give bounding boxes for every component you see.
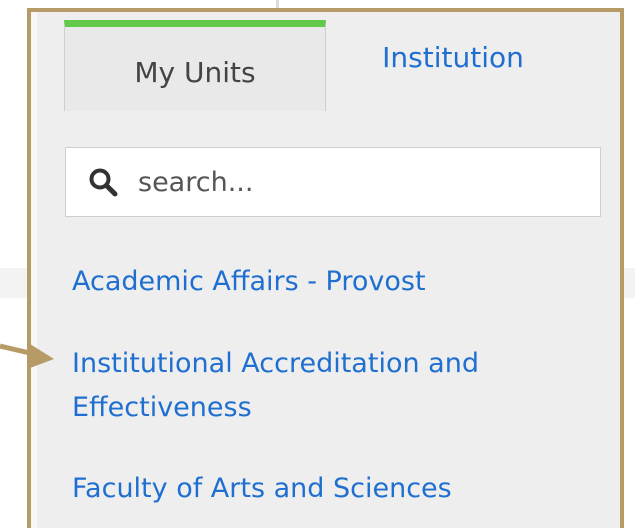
tab-my-units[interactable]: My Units <box>64 20 326 111</box>
search-input[interactable] <box>138 157 578 207</box>
tab-institution-label: Institution <box>382 40 524 74</box>
unit-selector-panel: My Units Institution Academic Affairs - … <box>27 8 624 528</box>
tab-institution[interactable]: Institution <box>333 26 573 88</box>
unit-link-academic-affairs[interactable]: Academic Affairs - Provost <box>72 260 602 304</box>
panel-inner-edge <box>31 12 37 528</box>
unit-link-faculty-arts-sciences[interactable]: Faculty of Arts and Sciences <box>72 467 602 511</box>
tab-my-units-label: My Units <box>134 55 256 89</box>
unit-link-institutional-accreditation[interactable]: Institutional Accreditation and Effectiv… <box>72 342 602 430</box>
search-icon <box>89 168 118 197</box>
search-box <box>65 147 601 217</box>
pointer-arrow-icon <box>0 343 54 368</box>
